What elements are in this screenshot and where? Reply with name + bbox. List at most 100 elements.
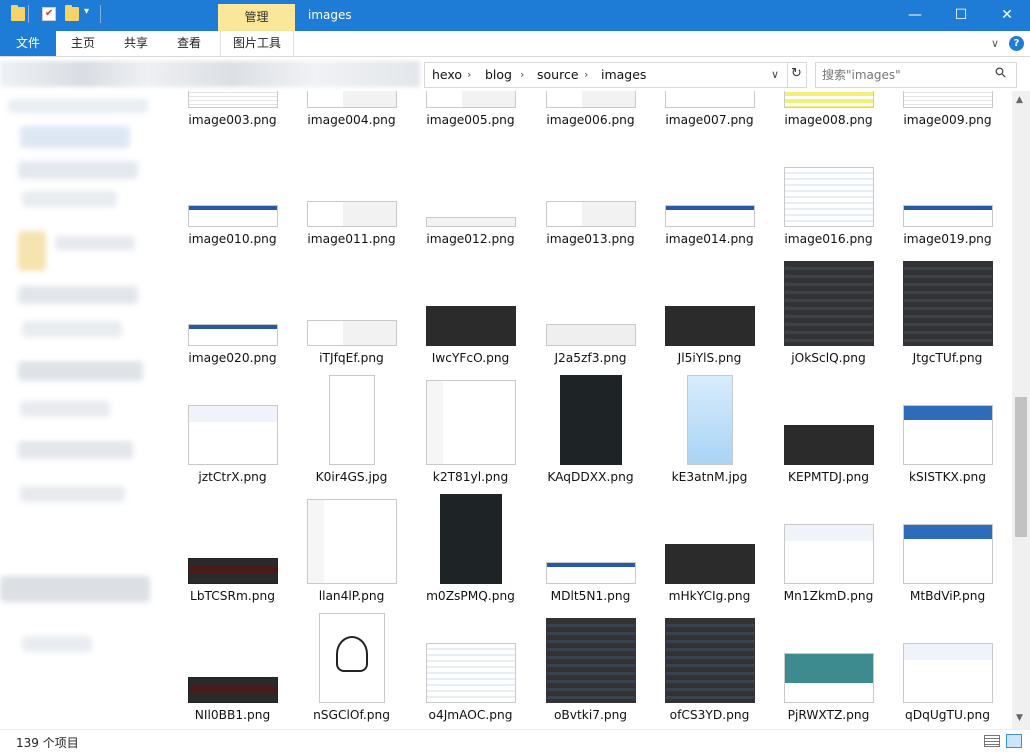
file-name: image012.png: [426, 232, 515, 246]
navigation-pane[interactable]: [0, 91, 160, 729]
file-item[interactable]: k2T81yl.png: [411, 370, 530, 489]
file-item[interactable]: image014.png: [650, 132, 769, 251]
file-item[interactable]: nSGClOf.png: [292, 608, 411, 727]
image-thumbnail: [902, 643, 993, 703]
scroll-down-icon[interactable]: ▼: [1016, 713, 1023, 723]
search-box[interactable]: ⚲: [815, 62, 1017, 88]
image-thumbnail: [187, 558, 278, 584]
file-item[interactable]: ofCS3YD.png: [650, 608, 769, 727]
breadcrumb-source[interactable]: source: [537, 63, 579, 87]
file-item[interactable]: kE3atnM.jpg: [650, 370, 769, 489]
file-item[interactable]: iTJfqEf.png: [292, 251, 411, 370]
file-item[interactable]: MDlt5N1.png: [531, 489, 650, 608]
ribbon-tabs: 文件 主页 共享 查看 图片工具 ∨ ?: [0, 31, 1030, 57]
image-thumbnail: [664, 306, 755, 346]
image-thumbnail: [187, 91, 278, 108]
search-icon[interactable]: ⚲: [992, 64, 1011, 83]
file-item[interactable]: JtgcTUf.png: [888, 251, 1007, 370]
file-name: image020.png: [188, 351, 277, 365]
image-thumbnail: [306, 91, 397, 108]
file-name: oBvtki7.png: [553, 708, 628, 722]
file-item[interactable]: PjRWXTZ.png: [769, 608, 888, 727]
file-item[interactable]: mHkYCIg.png: [650, 489, 769, 608]
file-item[interactable]: image013.png: [531, 132, 650, 251]
tab-share[interactable]: 共享: [113, 31, 159, 56]
file-item[interactable]: image016.png: [769, 132, 888, 251]
file-name: image007.png: [665, 113, 754, 127]
customize-quick-access-icon[interactable]: ▾: [84, 6, 98, 20]
file-item[interactable]: LbTCSRm.png: [173, 489, 292, 608]
tab-file[interactable]: 文件: [0, 31, 56, 56]
divider: [100, 5, 101, 23]
file-item[interactable]: image020.png: [173, 251, 292, 370]
file-item[interactable]: Jl5iYlS.png: [650, 251, 769, 370]
tab-home[interactable]: 主页: [60, 31, 106, 56]
file-item[interactable]: image003.png: [173, 91, 292, 132]
file-name: jztCtrX.png: [198, 470, 267, 484]
file-item[interactable]: jOkSclQ.png: [769, 251, 888, 370]
refresh-button[interactable]: ↻: [787, 62, 807, 88]
new-folder-icon[interactable]: [65, 5, 79, 21]
file-name: KAqDDXX.png: [547, 470, 634, 484]
file-item[interactable]: image006.png: [531, 91, 650, 132]
breadcrumb-images[interactable]: images: [601, 63, 646, 87]
file-item[interactable]: llan4lP.png: [292, 489, 411, 608]
search-input[interactable]: [820, 65, 994, 85]
file-item[interactable]: NIl0BB1.png: [173, 608, 292, 727]
file-item[interactable]: KAqDDXX.png: [531, 370, 650, 489]
breadcrumb-separator-icon: ›: [467, 68, 472, 81]
file-item[interactable]: image010.png: [173, 132, 292, 251]
title-bar: ✔ ▾ 管理 images — ☐ ✕: [0, 0, 1030, 31]
image-thumbnail: [545, 618, 636, 703]
maximize-button[interactable]: ☐: [938, 0, 984, 31]
address-dropdown-icon[interactable]: ∨: [771, 63, 779, 87]
file-item[interactable]: m0ZsPMQ.png: [411, 489, 530, 608]
file-item[interactable]: o4JmAOC.png: [411, 608, 530, 727]
tab-picture-tools[interactable]: 图片工具: [220, 31, 294, 56]
file-item[interactable]: KEPMTDJ.png: [769, 370, 888, 489]
file-name: image011.png: [307, 232, 396, 246]
file-item[interactable]: kSISTKX.png: [888, 370, 1007, 489]
scroll-up-icon[interactable]: ▲: [1016, 95, 1023, 105]
file-item[interactable]: image012.png: [411, 132, 530, 251]
properties-icon[interactable]: ✔: [42, 7, 56, 21]
file-item[interactable]: image007.png: [650, 91, 769, 132]
file-name: o4JmAOC.png: [428, 708, 513, 722]
file-item[interactable]: jztCtrX.png: [173, 370, 292, 489]
scrollbar-thumb[interactable]: [1015, 397, 1027, 537]
file-item[interactable]: image019.png: [888, 132, 1007, 251]
file-item[interactable]: image008.png: [769, 91, 888, 132]
file-item[interactable]: image005.png: [411, 91, 530, 132]
address-bar[interactable]: hexo › blog › source › images ∨: [424, 62, 788, 88]
file-item[interactable]: MtBdViP.png: [888, 489, 1007, 608]
file-item[interactable]: J2a5zf3.png: [531, 251, 650, 370]
file-name: kE3atnM.jpg: [671, 470, 748, 484]
file-name: image004.png: [307, 113, 396, 127]
details-view-icon[interactable]: [984, 735, 1000, 747]
file-item[interactable]: Mn1ZkmD.png: [769, 489, 888, 608]
tab-view[interactable]: 查看: [166, 31, 212, 56]
large-icons-view-icon[interactable]: [1006, 734, 1022, 748]
ribbon-expand-icon[interactable]: ∨: [985, 31, 1005, 56]
vertical-scrollbar[interactable]: ▲ ▼: [1012, 91, 1030, 729]
file-item[interactable]: K0ir4GS.jpg: [292, 370, 411, 489]
image-thumbnail: [902, 405, 993, 465]
image-thumbnail: [425, 643, 516, 703]
file-item[interactable]: IwcYFcO.png: [411, 251, 530, 370]
image-thumbnail: [783, 91, 874, 108]
file-item[interactable]: image004.png: [292, 91, 411, 132]
file-item[interactable]: image011.png: [292, 132, 411, 251]
file-item[interactable]: oBvtki7.png: [531, 608, 650, 727]
minimize-button[interactable]: —: [892, 0, 938, 31]
file-name: image016.png: [784, 232, 873, 246]
file-name: KEPMTDJ.png: [787, 470, 870, 484]
help-icon[interactable]: ?: [1009, 36, 1024, 51]
file-name: image003.png: [188, 113, 277, 127]
breadcrumb-blog[interactable]: blog: [485, 63, 512, 87]
image-thumbnail: [187, 677, 278, 703]
breadcrumb-hexo[interactable]: hexo: [432, 63, 462, 87]
file-item[interactable]: qDqUgTU.png: [888, 608, 1007, 727]
close-button[interactable]: ✕: [984, 0, 1030, 31]
tab-manage-context[interactable]: 管理: [218, 4, 295, 31]
file-item[interactable]: image009.png: [888, 91, 1007, 132]
